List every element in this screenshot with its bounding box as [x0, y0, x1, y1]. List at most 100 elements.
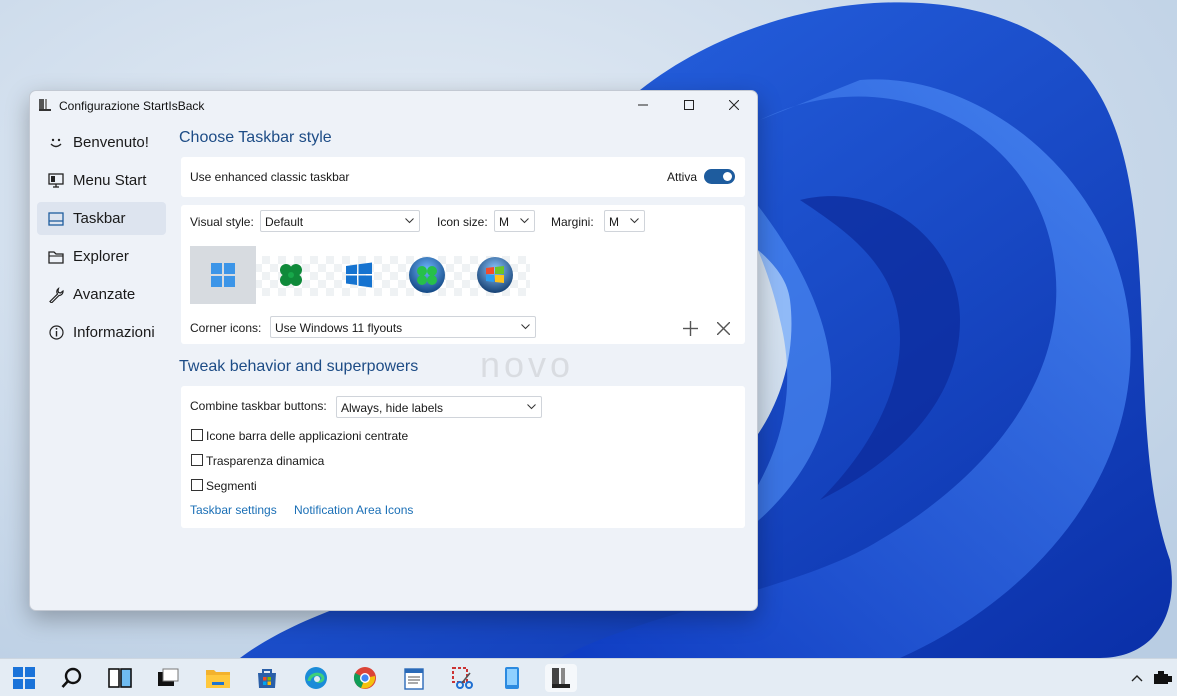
chevron-down-icon [520, 218, 529, 224]
visual-style-value: Default [265, 215, 304, 229]
smiley-icon [47, 134, 65, 152]
network-tray-button[interactable] [1150, 664, 1176, 692]
startisback-app-icon [39, 99, 51, 111]
visual-style-select[interactable]: Default [260, 210, 420, 232]
checkbox-label: Segmenti [206, 479, 257, 493]
sidebar-item-informazioni[interactable]: Informazioni [37, 316, 166, 349]
taskbar-icon [47, 210, 65, 228]
widgets-button[interactable] [152, 664, 184, 692]
sidebar-item-label: Menu Start [73, 172, 147, 189]
edge-button[interactable] [300, 664, 332, 692]
start-icon [13, 667, 35, 689]
icon-size-value: M [499, 215, 509, 229]
add-icon[interactable] [683, 321, 698, 336]
snipping-tool-button[interactable] [447, 664, 479, 692]
checkbox-centered-icons[interactable] [191, 429, 203, 441]
sidebar-item-label: Taskbar [73, 210, 126, 227]
sidebar-item-taskbar[interactable]: Taskbar [37, 202, 166, 235]
sidebar-item-label: Informazioni [73, 324, 155, 341]
windows10-start-icon [346, 262, 372, 288]
margins-value: M [609, 215, 619, 229]
chevron-down-icon [630, 218, 639, 224]
start-button-option-clover[interactable] [258, 246, 324, 304]
notepad-icon [404, 668, 424, 690]
taskbar-settings-link[interactable]: Taskbar settings [190, 503, 277, 517]
task-view-button[interactable] [104, 664, 136, 692]
search-icon [61, 667, 82, 688]
chevron-down-icon [405, 218, 414, 224]
combine-buttons-select[interactable]: Always, hide labels [336, 396, 542, 418]
sidebar-item-label: Avanzate [73, 286, 136, 303]
corner-icons-value: Use Windows 11 flyouts [275, 321, 403, 335]
windows-taskbar [0, 658, 1177, 696]
remove-icon[interactable] [717, 322, 730, 335]
chrome-button[interactable] [349, 664, 381, 692]
close-button[interactable] [711, 91, 757, 119]
watermark-text: novo [480, 344, 575, 385]
enhanced-taskbar-card: Use enhanced classic taskbar Attiva [181, 157, 745, 197]
title-bar[interactable]: Configurazione StartIsBack [30, 91, 757, 119]
file-explorer-button[interactable] [202, 664, 234, 692]
startisback-icon [552, 668, 570, 688]
margins-select[interactable]: M [604, 210, 645, 232]
edge-icon [305, 667, 327, 689]
icon-size-select[interactable]: M [494, 210, 535, 232]
corner-icons-label: Corner icons: [190, 321, 262, 335]
store-button[interactable] [251, 664, 283, 692]
wrench-icon [47, 286, 65, 304]
checkbox-segments[interactable] [191, 479, 203, 491]
info-icon [47, 324, 65, 342]
monitor-icon [47, 172, 65, 190]
windows7-orb-start-icon [477, 257, 513, 293]
checkbox-label: Icone barra delle applicazioni centrate [206, 429, 409, 443]
combine-buttons-value: Always, hide labels [341, 401, 444, 415]
start-button-option-win7-orb[interactable] [462, 246, 528, 304]
start-button-option-win10[interactable] [326, 246, 392, 304]
sidebar-item-label: Explorer [73, 248, 129, 265]
sidebar-item-avanzate[interactable]: Avanzate [37, 278, 166, 311]
network-icon [1154, 671, 1172, 684]
start-button-option-clover-orb[interactable] [394, 246, 460, 304]
chevron-down-icon [527, 404, 536, 410]
phone-link-button[interactable] [496, 664, 528, 692]
corner-icons-select[interactable]: Use Windows 11 flyouts [270, 316, 536, 338]
chevron-up-icon [1131, 675, 1143, 682]
sidebar-item-benvenuto[interactable]: Benvenuto! [37, 126, 166, 159]
notepad-button[interactable] [398, 664, 430, 692]
sidebar-item-menu-start[interactable]: Menu Start [37, 164, 166, 197]
file-explorer-icon [206, 670, 230, 688]
notification-area-icons-link[interactable]: Notification Area Icons [294, 503, 413, 517]
snipping-tool-icon [452, 667, 473, 689]
widgets-icon [158, 668, 179, 686]
folder-icon [47, 248, 65, 266]
taskbar-style-heading: Choose Taskbar style [179, 129, 332, 146]
checkbox-label: Trasparenza dinamica [206, 454, 325, 468]
store-icon [258, 669, 276, 688]
combine-buttons-label: Combine taskbar buttons: [190, 399, 327, 413]
enhanced-taskbar-label: Use enhanced classic taskbar [190, 170, 350, 184]
window-title: Configurazione StartIsBack [59, 99, 205, 113]
maximize-button[interactable] [666, 91, 712, 119]
margins-label: Margini: [551, 215, 594, 229]
task-view-icon [108, 668, 132, 688]
tweak-heading: Tweak behavior and superpowers [179, 358, 419, 375]
icon-size-label: Icon size: [437, 215, 488, 229]
toggle-knob [723, 172, 732, 181]
clover-orb-start-icon [409, 257, 445, 293]
startisback-taskbar-button[interactable] [545, 664, 577, 692]
start-button[interactable] [8, 664, 40, 692]
show-hidden-icons-button[interactable] [1124, 664, 1150, 692]
minimize-icon [638, 104, 648, 106]
sidebar-item-explorer[interactable]: Explorer [37, 240, 166, 273]
checkbox-dynamic-transparency[interactable] [191, 454, 203, 466]
close-icon [729, 100, 739, 110]
clover-start-icon [280, 264, 302, 286]
phone-icon [505, 667, 519, 689]
minimize-button[interactable] [620, 91, 666, 119]
toggle-state-label: Attiva [667, 170, 698, 184]
sidebar-item-label: Benvenuto! [73, 134, 149, 151]
search-button[interactable] [56, 664, 88, 692]
enhanced-taskbar-toggle[interactable] [704, 169, 735, 184]
chrome-icon [353, 667, 376, 689]
start-button-option-win11[interactable] [190, 246, 256, 304]
